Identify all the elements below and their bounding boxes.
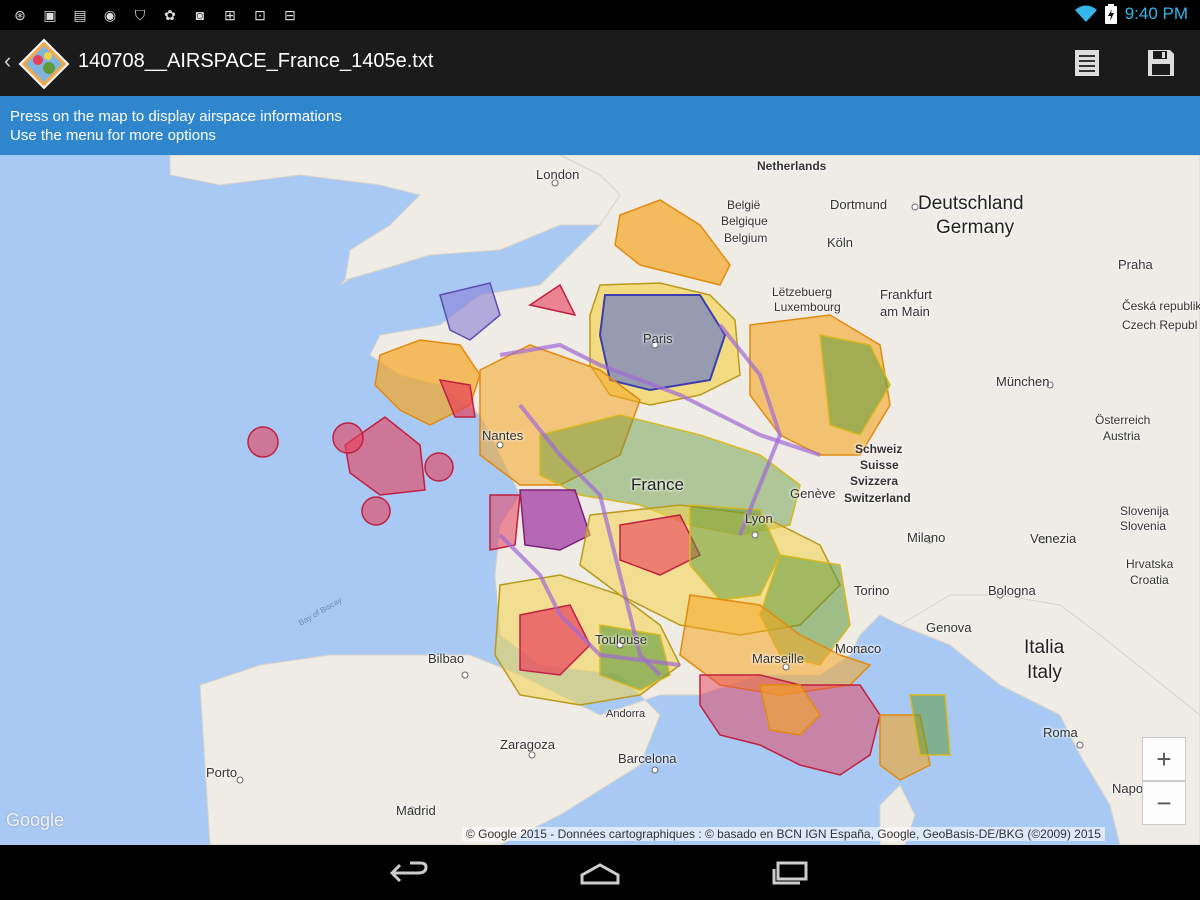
game-icon: ✿ [164,6,176,23]
info-banner: Press on the map to display airspace inf… [0,96,1200,155]
map-label: Bilbao [428,651,465,666]
map-label: Madrid [396,803,436,818]
map-label: Genève [790,486,836,501]
map-canvas[interactable] [0,155,1200,845]
app-logo-icon[interactable] [18,38,70,90]
map-label: Belgium [724,231,768,245]
map-attribution[interactable]: © Google 2015 - Données cartographiques … [462,827,1105,841]
map-label: München [996,374,1050,389]
map-label: London [536,167,580,182]
usb-icon: ⊛ [14,6,26,23]
map-label: Milano [907,530,946,545]
map-label: Venezia [1030,531,1077,546]
home-button[interactable] [570,855,630,891]
map-label: Paris [643,331,673,346]
battery-icon [1104,4,1117,24]
map-label: België [727,198,761,212]
app-icon: ◉ [103,6,117,23]
map-label: Praha [1118,257,1153,272]
map-label: Lyon [745,511,773,526]
map-label: Barcelona [618,751,677,766]
map-label: Napo [1112,781,1144,796]
recents-button[interactable] [760,855,820,891]
map-label: Zaragoza [500,737,555,752]
wifi-icon [1074,5,1097,22]
map-label: Porto [206,765,238,780]
home-icon [580,863,620,885]
menu-button[interactable] [1070,46,1104,80]
up-chevron-icon[interactable]: ‹ [4,48,11,74]
map-label: Nantes [482,428,524,443]
clock: 9:40 PM [1124,4,1188,23]
sim-icon: ▤ [73,6,87,23]
map-label: Bologna [988,583,1036,598]
map-label: Slovenia [1120,519,1167,533]
status-bar: ⊛ ▣ ▤ ◉ ⛉ ✿ ◙ ⊞ ⊡ ⊟ 9:40 PM [0,0,1200,30]
map-label: Schweiz [855,442,903,456]
map-label: Slovenija [1120,504,1169,518]
zoom-in-button[interactable]: + [1142,737,1186,781]
zoom-out-button[interactable]: − [1142,781,1186,825]
save-icon [1148,50,1174,76]
map-label: Monaco [835,641,882,656]
map-label: Köln [827,235,854,250]
map-label: Belgique [721,214,768,228]
map-label: Croatia [1130,573,1169,587]
map-label: Austria [1103,429,1141,443]
map-label: Torino [854,583,890,598]
list-icon [1075,50,1099,76]
map-label: Österreich [1095,413,1151,427]
map-label: Netherlands [757,159,827,173]
map-label: Hrvatska [1126,557,1174,571]
system-status: 9:40 PM [1074,4,1188,24]
screen-title: 140708__AIRSPACE_France_1405e.txt [78,50,434,72]
map-label: Genova [926,620,972,635]
back-button[interactable] [380,855,440,891]
map-label: am Main [880,304,930,319]
shield-icon: ⛉ [134,6,146,23]
recents-icon [772,861,808,885]
map-label: Lëtzebuerg [772,285,833,299]
map-label: Germany [936,217,1015,238]
map-label: Svizzera [850,474,899,488]
info-line-1: Press on the map to display airspace inf… [10,108,342,125]
map-label: Switzerland [844,491,911,505]
map-label: Toulouse [595,632,648,647]
map-label: Czech Republ [1122,318,1198,332]
image-icon: ▣ [43,6,57,23]
google-logo: Google [6,810,65,830]
map-label: Suisse [860,458,899,472]
map-label: Luxembourg [774,300,841,314]
download-icon: ⊟ [284,6,296,23]
map-label: Italia [1024,637,1065,658]
map-label: Dortmund [830,197,888,212]
map-label: France [631,475,684,494]
map-label: Marseille [752,651,805,666]
info-line-2: Use the menu for more options [10,127,216,144]
action-bar: ‹ 140708__AIRSPACE_France_1405e.txt [0,30,1200,96]
photo-icon: ◙ [195,7,205,23]
map-label: Roma [1043,725,1078,740]
gamepad-icon: ⊞ [224,6,236,23]
map-label: Italy [1027,662,1062,683]
bag-icon: ⊡ [254,6,266,23]
map-label: Andorra [606,708,646,720]
navigation-bar [0,845,1200,900]
map-label: Deutschland [918,193,1024,214]
back-icon [390,861,428,883]
map-label: Česká republik [1122,299,1200,313]
map-label: Frankfurt [880,287,933,302]
map-view[interactable]: London Netherlands België Belgique Belgi… [0,155,1200,845]
notification-icons: ⊛ ▣ ▤ ◉ ⛉ ✿ ◙ ⊞ ⊡ ⊟ [10,5,300,25]
save-button[interactable] [1144,46,1178,80]
